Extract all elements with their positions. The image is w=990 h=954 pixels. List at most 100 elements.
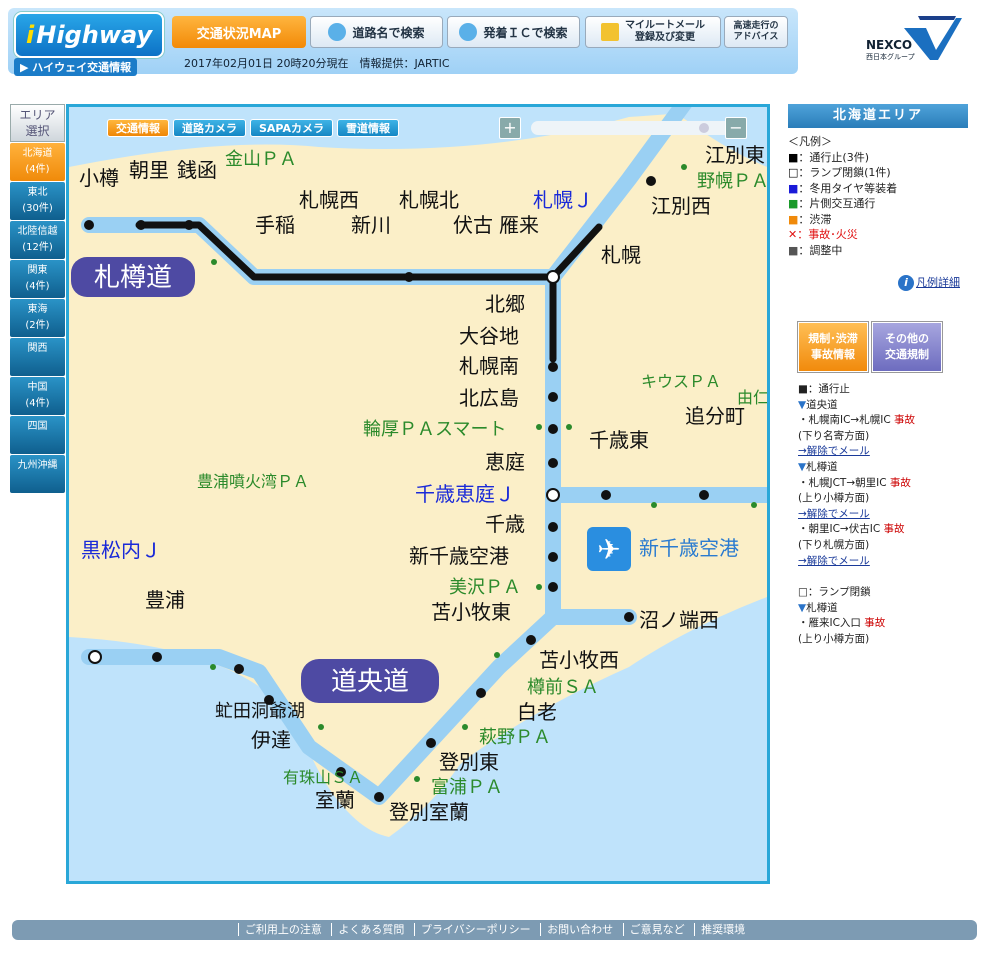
svg-text:黒松内Ｊ: 黒松内Ｊ — [81, 538, 161, 562]
zoom-in-button[interactable]: + — [499, 117, 521, 139]
legend-item-adjusting: ■：調整中 — [788, 243, 843, 257]
logo-subtitle[interactable]: ▶ ハイウェイ交通情報 — [14, 58, 138, 76]
svg-text:美沢ＰＡ: 美沢ＰＡ — [449, 577, 521, 598]
notify-on-clear-link[interactable]: →解除でメール — [798, 554, 968, 570]
closure-item: ・札幌南IC→札幌IC 事故 — [798, 414, 915, 427]
svg-text:白老: 白老 — [517, 700, 557, 724]
svg-text:新川: 新川 — [351, 213, 391, 237]
other-traffic-regulations-button[interactable]: その他の 交通規制 — [872, 322, 942, 372]
svg-text:道央道: 道央道 — [331, 667, 409, 697]
area-item-hokuriku-shinetsu[interactable]: 北陸信越 (12件) — [10, 221, 65, 259]
footer-link-feedback[interactable]: ご意見など — [622, 923, 691, 936]
footer-link-faq[interactable]: よくある質問 — [331, 923, 411, 936]
svg-text:伏古: 伏古 — [453, 213, 493, 237]
traffic-map-button[interactable]: 交通状況MAP — [172, 16, 306, 48]
ihighway-logo[interactable]: i Highway — [14, 12, 164, 58]
notify-on-clear-link[interactable]: →解除でメール — [798, 507, 968, 523]
ramp-closure-direction: (上り小樽方面) — [798, 632, 870, 645]
footer-link-privacy[interactable]: プライバシーポリシー — [413, 923, 537, 936]
svg-text:伊達: 伊達 — [251, 728, 291, 752]
zoom-slider-knob[interactable] — [699, 123, 709, 133]
area-item-tohoku[interactable]: 東北 (30件) — [10, 182, 65, 220]
svg-text:札幌Ｊ: 札幌Ｊ — [533, 188, 593, 212]
svg-text:キウスＰＡ: キウスＰＡ — [641, 372, 721, 391]
footer-link-environment[interactable]: 推奨環境 — [694, 923, 752, 936]
svg-text:千歳: 千歳 — [485, 512, 525, 536]
svg-text:大谷地: 大谷地 — [459, 324, 519, 348]
svg-text:札幌西: 札幌西 — [299, 188, 359, 212]
svg-text:新千歳空港: 新千歳空港 — [409, 544, 509, 568]
search-by-ic-label: 発着ＩＣで検索 — [483, 25, 568, 40]
area-item-kanto[interactable]: 関東 (4件) — [10, 260, 65, 298]
area-item-chugoku[interactable]: 中国 (4件) — [10, 377, 65, 415]
legend-item-alternating: ■：片側交互通行 — [788, 197, 876, 210]
search-by-road-button[interactable]: 道路名で検索 — [310, 16, 443, 48]
svg-text:手稲: 手稲 — [255, 213, 295, 237]
svg-text:虻田洞爺湖: 虻田洞爺湖 — [215, 701, 305, 722]
road-badge-sassondo: 札樽道 — [71, 257, 195, 297]
closure-item: ・札幌JCT→朝里IC 事故 — [798, 476, 911, 489]
footer-link-contact[interactable]: お問い合わせ — [540, 923, 620, 936]
logo-text: Highway — [36, 21, 153, 49]
footer-link-terms[interactable]: ご利用上の注意 — [237, 923, 328, 936]
svg-text:江別東: 江別東 — [705, 143, 765, 167]
area-item-hokkaido[interactable]: 北海道 (4件) — [10, 143, 65, 181]
search-by-ic-button[interactable]: 発着ＩＣで検索 — [447, 16, 580, 48]
tab-sapa-camera[interactable]: SAPAカメラ — [250, 119, 334, 137]
regulation-congestion-accident-button[interactable]: 規制･渋滞 事故情報 — [798, 322, 868, 372]
my-route-mail-label: マイルートメール 登録及び変更 — [625, 20, 705, 43]
closure-road-doo: ▼道央道 — [798, 398, 838, 411]
area-item-tokai[interactable]: 東海 (2件) — [10, 299, 65, 337]
svg-text:千歳恵庭Ｊ: 千歳恵庭Ｊ — [415, 482, 515, 506]
area-item-kyushu-okinawa[interactable]: 九州沖縄 — [10, 455, 65, 493]
road-badge-doo: 道央道 — [301, 659, 439, 703]
nexco-group: 西日本グループ — [866, 53, 915, 61]
legend-item-winter-tires: ■：冬用タイヤ等装着 — [788, 181, 898, 195]
legend-item-closed: ■：通行止(3件) — [788, 150, 869, 164]
svg-text:苫小牧西: 苫小牧西 — [539, 648, 619, 672]
tab-snow-road-info[interactable]: 雪道情報 — [337, 119, 400, 137]
svg-text:沼ノ端西: 沼ノ端西 — [639, 608, 719, 632]
svg-text:室蘭: 室蘭 — [315, 788, 355, 812]
svg-text:豊浦噴火湾ＰＡ: 豊浦噴火湾ＰＡ — [197, 472, 309, 491]
svg-text:札幌: 札幌 — [601, 243, 641, 267]
svg-text:江別西: 江別西 — [651, 194, 711, 218]
svg-text:雁来: 雁来 — [499, 213, 539, 237]
svg-text:豊浦: 豊浦 — [145, 588, 185, 612]
ramp-closure-item: ・雁来IC入口 事故 — [798, 617, 886, 630]
svg-text:追分町: 追分町 — [685, 404, 745, 428]
svg-text:由仁ＰＡ: 由仁ＰＡ — [737, 388, 767, 407]
legend-detail-link[interactable]: i 凡例詳細 — [898, 274, 960, 291]
svg-text:恵庭: 恵庭 — [485, 450, 525, 474]
traffic-map[interactable]: 札樽道 道央道 ✈ 新千歳空港 小樽 朝里 銭函 手稲 札幌西 新川 札幌北 伏… — [66, 104, 770, 884]
driving-advice-label: 高速走行の アドバイス — [733, 21, 779, 42]
svg-text:登別東: 登別東 — [439, 750, 499, 774]
nexco-logo[interactable]: NEXCO 西日本グループ — [864, 14, 964, 64]
site-header: i Highway ▶ ハイウェイ交通情報 交通状況MAP 道路名で検索 発着Ｉ… — [0, 0, 990, 96]
area-item-kansai[interactable]: 関西 — [10, 338, 65, 376]
ic-search-icon — [459, 23, 478, 41]
my-route-mail-button[interactable]: マイルートメール 登録及び変更 — [585, 16, 721, 48]
notify-on-clear-link[interactable]: →解除でメール — [798, 444, 968, 460]
tab-traffic-info[interactable]: 交通情報 — [107, 119, 169, 137]
logo-i: i — [26, 21, 35, 49]
area-item-shikoku[interactable]: 四国 — [10, 416, 65, 454]
svg-text:輪厚ＰＡスマート: 輪厚ＰＡスマート — [363, 419, 506, 440]
driving-advice-button[interactable]: 高速走行の アドバイス — [724, 16, 788, 48]
svg-text:苫小牧東: 苫小牧東 — [431, 600, 511, 624]
svg-text:野幌ＰＡ: 野幌ＰＡ — [697, 171, 767, 192]
update-timestamp: 2017年02月01日 20時20分現在 情報提供：JARTIC — [184, 57, 450, 70]
legend-item-accident: ✕：事故･火災 — [788, 228, 858, 241]
zoom-out-button[interactable]: − — [725, 117, 747, 139]
ramp-closure-heading: □：ランプ閉鎖 — [798, 586, 871, 599]
svg-text:千歳東: 千歳東 — [589, 428, 649, 452]
svg-text:札樽道: 札樽道 — [94, 263, 172, 293]
map-canvas[interactable]: 札樽道 道央道 ✈ 新千歳空港 小樽 朝里 銭函 手稲 札幌西 新川 札幌北 伏… — [69, 107, 767, 881]
tab-road-camera[interactable]: 道路カメラ — [173, 119, 246, 137]
svg-text:札幌南: 札幌南 — [459, 354, 519, 378]
svg-text:登別室蘭: 登別室蘭 — [389, 800, 469, 824]
area-selector-heading: エリア 選択 — [10, 104, 65, 142]
regulation-list: ■：通行止 ▼道央道 ・札幌南IC→札幌IC 事故 (下り名寄方面) →解除でメ… — [798, 382, 968, 648]
legend-title: ＜凡例＞ — [788, 135, 832, 148]
svg-text:朝里: 朝里 — [129, 158, 169, 182]
